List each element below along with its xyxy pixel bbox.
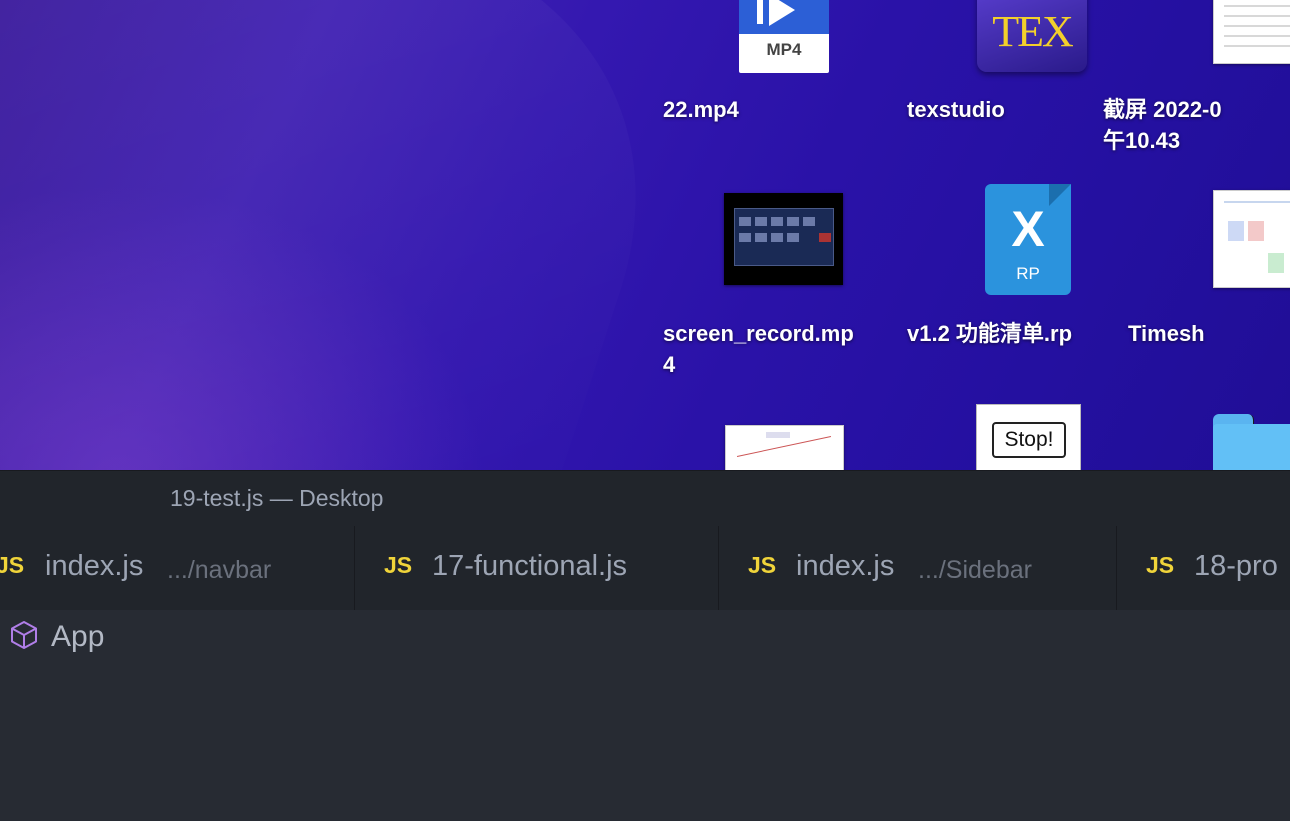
tab-17-functional[interactable]: JS 17-functional.js	[355, 526, 719, 610]
screenshot-thumbnail-icon	[1213, 0, 1290, 64]
code-editor-window: 19-test.js — Desktop JS index.js .../nav…	[0, 470, 1290, 821]
mp4-badge: MP4	[766, 40, 802, 59]
desktop-icon-label: 22.mp4	[663, 97, 739, 122]
tab-filename: 17-functional.js	[432, 550, 628, 582]
tab-filename: index.js	[45, 550, 144, 582]
js-file-icon: JS	[1146, 552, 1175, 578]
tab-index-sidebar[interactable]: JS index.js .../Sidebar	[719, 526, 1117, 610]
desktop-icon-label: 截屏 2022-0 午10.43	[1103, 97, 1222, 153]
axure-rp-file-icon: X RP	[985, 184, 1071, 295]
stop-image-icon: Stop!	[976, 404, 1081, 470]
tab-bar: JS index.js .../navbar JS 17-functional.…	[0, 526, 1290, 610]
image-thumbnail-icon	[725, 425, 844, 470]
tab-filename: index.js	[796, 550, 895, 582]
tab-18-pro[interactable]: JS 18-pro	[1117, 526, 1290, 610]
cube-icon	[11, 621, 37, 649]
stop-text: Stop!	[992, 422, 1066, 458]
js-file-icon: JS	[384, 552, 413, 578]
desktop-icon-label: v1.2 功能清单.rp	[907, 321, 1073, 346]
tab-index-navbar[interactable]: JS index.js .../navbar	[0, 526, 355, 610]
window-title: 19-test.js — Desktop	[170, 485, 384, 511]
js-file-icon: JS	[748, 552, 777, 578]
desktop: MP4 22.mp4 TEX texstudio 截屏 2022-0 午10.4…	[0, 0, 1290, 470]
texstudio-app-icon: TEX	[977, 0, 1087, 72]
breadcrumb: App	[0, 610, 1290, 666]
video-thumbnail-icon	[724, 193, 843, 285]
folder-icon	[1213, 414, 1290, 470]
wallpaper-swoosh	[0, 0, 741, 470]
tab-filename: 18-pro	[1194, 550, 1278, 582]
mp4-file-icon: MP4	[739, 0, 829, 73]
tex-logo: TEX	[992, 7, 1074, 56]
desktop-icon-label: Timesh	[1128, 321, 1205, 346]
tab-filepath: .../navbar	[167, 556, 272, 584]
desktop-icon-label: screen_record.mp 4	[663, 321, 854, 377]
rp-badge: RP	[1016, 264, 1040, 283]
title-bar[interactable]: 19-test.js — Desktop	[0, 471, 1290, 526]
tab-filepath: .../Sidebar	[918, 556, 1032, 584]
breadcrumb-label[interactable]: App	[51, 620, 104, 654]
spreadsheet-thumbnail-icon	[1213, 190, 1290, 288]
js-file-icon: JS	[0, 552, 25, 578]
